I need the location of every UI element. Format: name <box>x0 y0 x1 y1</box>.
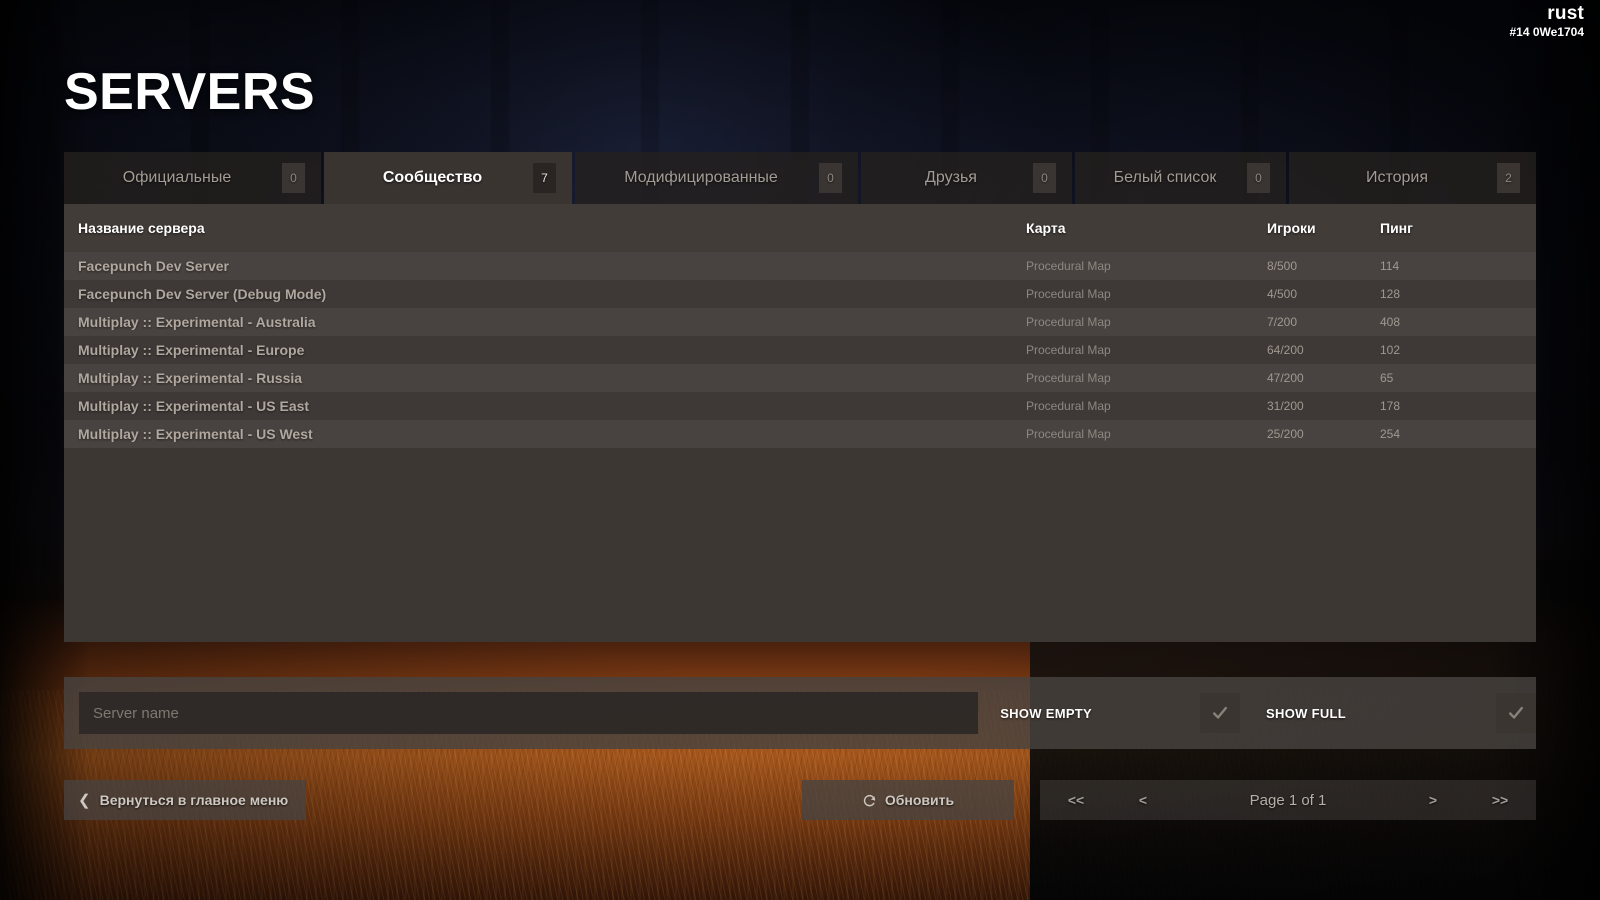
server-players: 25/200 <box>1267 427 1304 441</box>
server-map: Procedural Map <box>1026 287 1111 301</box>
brand-title: rust <box>1547 3 1584 24</box>
server-list-panel: Название сервера Карта Игроки Пинг Facep… <box>64 204 1536 642</box>
server-map: Procedural Map <box>1026 399 1111 413</box>
tab-community-label: Сообщество <box>382 169 483 186</box>
show-full-toggle[interactable]: SHOW FULL <box>1266 677 1536 749</box>
checkmark-icon <box>1213 706 1228 719</box>
server-ping: 254 <box>1380 427 1401 441</box>
column-header-players[interactable]: Игроки <box>1267 220 1380 236</box>
tab-official[interactable]: Официальные 0 <box>64 152 321 204</box>
server-name: Multiplay :: Experimental - US East <box>78 398 310 414</box>
table-row[interactable]: Facepunch Dev Server Procedural Map 8/50… <box>64 252 1536 280</box>
back-to-main-menu-label: Вернуться в главное меню <box>99 792 289 808</box>
page-next-button[interactable]: > <box>1402 780 1464 820</box>
server-name: Multiplay :: Experimental - Australia <box>78 314 316 330</box>
server-ping: 408 <box>1380 315 1401 329</box>
server-name: Facepunch Dev Server (Debug Mode) <box>78 286 327 302</box>
server-players: 4/500 <box>1267 287 1298 301</box>
table-row[interactable]: Multiplay :: Experimental - Australia Pr… <box>64 308 1536 336</box>
server-name: Facepunch Dev Server <box>78 258 229 274</box>
tab-modded-label: Модифицированные <box>624 169 778 186</box>
table-row[interactable]: Multiplay :: Experimental - Russia Proce… <box>64 364 1536 392</box>
table-row[interactable]: Facepunch Dev Server (Debug Mode) Proced… <box>64 280 1536 308</box>
server-map: Procedural Map <box>1026 427 1111 441</box>
brand-block: rust #14 0We1704 <box>1509 3 1584 40</box>
page-info-label: Page 1 of 1 <box>1249 791 1327 809</box>
tab-history-label: История <box>1365 169 1429 186</box>
server-players: 7/200 <box>1267 315 1298 329</box>
server-map: Procedural Map <box>1026 259 1111 273</box>
filter-bar: SHOW EMPTY SHOW FULL <box>64 677 1536 749</box>
brand-build-number: #14 0We1704 <box>1509 25 1584 39</box>
server-players: 8/500 <box>1267 259 1298 273</box>
column-header-ping[interactable]: Пинг <box>1380 220 1536 236</box>
tab-history[interactable]: История 2 <box>1289 152 1536 204</box>
show-empty-label: SHOW EMPTY <box>1000 705 1093 721</box>
server-ping: 65 <box>1380 371 1394 385</box>
tab-history-badge: 2 <box>1497 163 1520 193</box>
pagination-bar: << < Page 1 of 1 > >> <box>1040 780 1536 820</box>
tab-modded-badge: 0 <box>819 163 842 193</box>
tab-friends-label: Друзья <box>925 169 977 186</box>
page-last-button[interactable]: >> <box>1464 780 1536 820</box>
table-row[interactable]: Multiplay :: Experimental - US West Proc… <box>64 420 1536 448</box>
refresh-label: Обновить <box>884 792 955 808</box>
server-ping: 128 <box>1380 287 1401 301</box>
tab-whitelist-label: Белый список <box>1113 169 1217 186</box>
search-input[interactable] <box>79 692 979 734</box>
tab-community-badge: 7 <box>533 163 556 193</box>
server-players: 64/200 <box>1267 343 1304 357</box>
server-players: 31/200 <box>1267 399 1304 413</box>
server-players: 47/200 <box>1267 371 1304 385</box>
server-name: Multiplay :: Experimental - US West <box>78 426 313 442</box>
show-full-checkbox[interactable] <box>1496 693 1536 733</box>
server-ping: 102 <box>1380 343 1401 357</box>
show-full-label: SHOW FULL <box>1266 705 1346 721</box>
server-list-header: Название сервера Карта Игроки Пинг <box>64 204 1536 252</box>
tab-whitelist[interactable]: Белый список 0 <box>1075 152 1286 204</box>
server-map: Procedural Map <box>1026 315 1111 329</box>
server-category-tabs: Официальные 0 Сообщество 7 Модифицирован… <box>64 152 1536 204</box>
table-row[interactable]: Multiplay :: Experimental - US East Proc… <box>64 392 1536 420</box>
tab-modded[interactable]: Модифицированные 0 <box>575 152 858 204</box>
tab-community[interactable]: Сообщество 7 <box>324 152 572 204</box>
show-empty-toggle[interactable]: SHOW EMPTY <box>1000 677 1241 749</box>
page-title: SERVERS <box>64 63 316 121</box>
page-prev-button[interactable]: < <box>1112 780 1174 820</box>
tab-official-label: Официальные <box>122 169 232 186</box>
column-header-name[interactable]: Название сервера <box>64 220 1026 236</box>
refresh-icon <box>863 794 876 806</box>
table-row[interactable]: Multiplay :: Experimental - Europe Proce… <box>64 336 1536 364</box>
server-map: Procedural Map <box>1026 371 1111 385</box>
server-ping: 114 <box>1380 259 1400 273</box>
server-map: Procedural Map <box>1026 343 1111 357</box>
page-first-button[interactable]: << <box>1040 780 1112 820</box>
tab-official-badge: 0 <box>282 163 305 193</box>
server-name: Multiplay :: Experimental - Russia <box>78 370 303 386</box>
search-field-wrapper[interactable] <box>79 692 979 734</box>
server-name: Multiplay :: Experimental - Europe <box>78 342 305 358</box>
server-ping: 178 <box>1380 399 1401 413</box>
tab-friends-badge: 0 <box>1033 163 1056 193</box>
server-list-body: Facepunch Dev Server Procedural Map 8/50… <box>64 252 1536 448</box>
tab-friends[interactable]: Друзья 0 <box>861 152 1072 204</box>
show-empty-checkbox[interactable] <box>1200 693 1241 733</box>
tab-whitelist-badge: 0 <box>1247 163 1270 193</box>
checkmark-icon <box>1508 706 1524 719</box>
chevron-left-icon: ❮ <box>78 791 91 809</box>
column-header-map[interactable]: Карта <box>1026 220 1267 236</box>
refresh-button[interactable]: Обновить <box>802 780 1014 820</box>
back-to-main-menu-button[interactable]: ❮ Вернуться в главное меню <box>64 780 307 820</box>
